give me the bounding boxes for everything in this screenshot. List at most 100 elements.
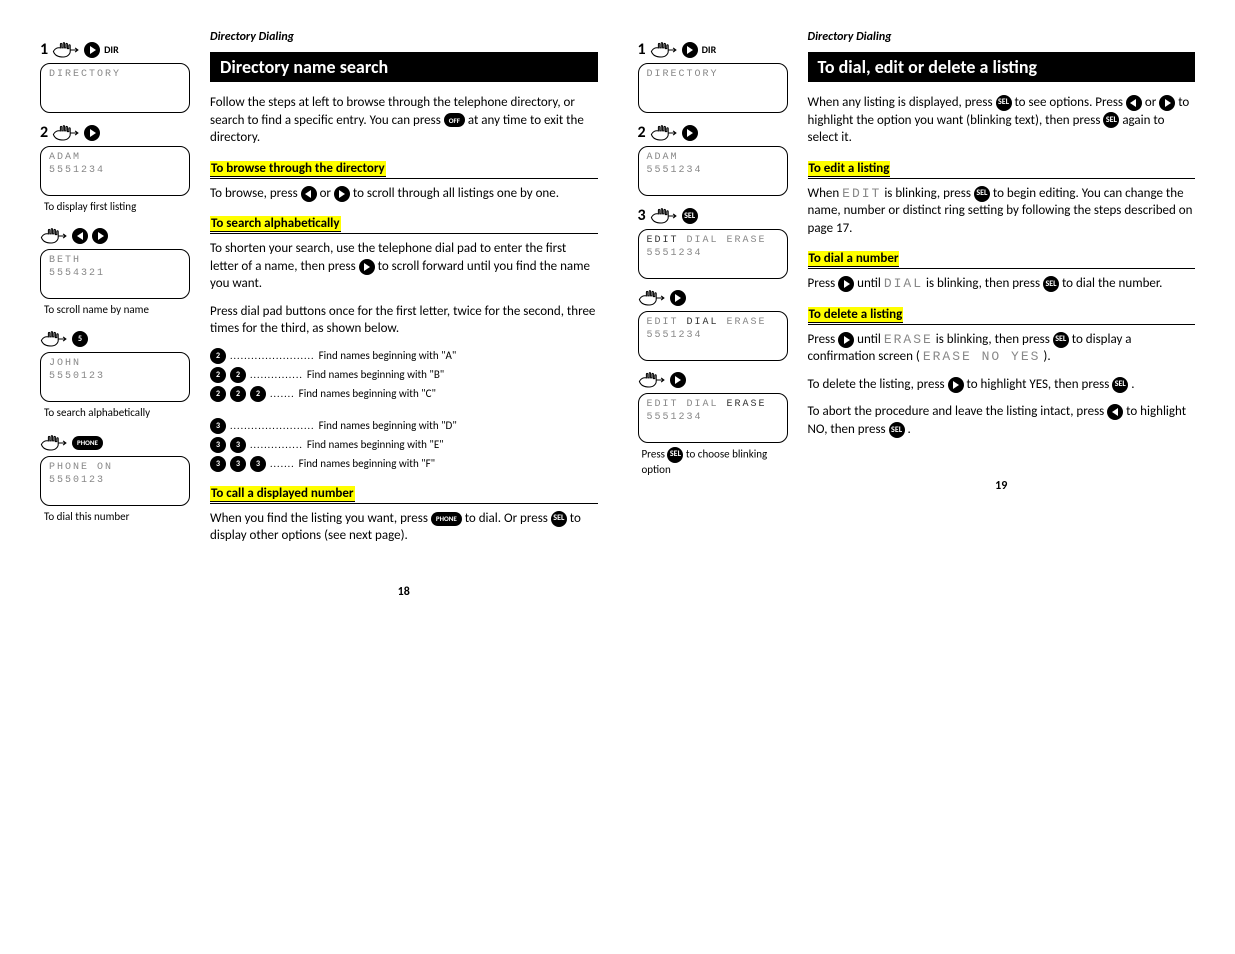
sel-button-icon: SEL	[1053, 332, 1069, 348]
left-sidebar: 1 DIR DIRECTORY 2 ADAM 5551234 To displa…	[40, 30, 190, 599]
lcd-screen: PHONE ON 5550123	[40, 456, 190, 506]
call-paragraph: When you find the listing you want, pres…	[210, 510, 598, 545]
delete-paragraph-3: To abort the procedure and leave the lis…	[808, 403, 1196, 438]
key-2-icon: 2	[250, 386, 266, 402]
sel-button-icon: SEL	[996, 95, 1012, 111]
key-3-icon: 3	[230, 456, 246, 472]
arrow-right-icon	[948, 377, 964, 393]
caption: To dial this number	[44, 510, 190, 523]
arrow-right-icon	[1159, 95, 1175, 111]
key-3-icon: 3	[250, 456, 266, 472]
caption: To display first listing	[44, 200, 190, 213]
lcd-screen: EDIT DIAL ERASE 5551234	[638, 311, 788, 361]
search-paragraph-2: Press dial pad buttons once for the firs…	[210, 303, 598, 338]
dial-example-row: 2 2 2 ....... Find names beginning with …	[210, 386, 598, 402]
lcd-screen: JOHN 5550123	[40, 352, 190, 402]
sel-button-icon: SEL	[682, 208, 698, 224]
sel-button-icon: SEL	[667, 447, 683, 463]
step-dial-header: PHONE	[40, 434, 190, 452]
intro-paragraph: When any listing is displayed, press SEL…	[808, 94, 1196, 147]
arrow-right-icon	[359, 259, 375, 275]
hand-icon	[40, 330, 68, 348]
arrow-right-icon	[838, 332, 854, 348]
intro-paragraph: Follow the steps at left to browse throu…	[210, 94, 598, 147]
step-arrow-header	[638, 289, 788, 307]
lcd-text: DIAL	[884, 276, 923, 291]
page-19: 1 DIR DIRECTORY 2 ADAM 5551234 3 SEL	[638, 30, 1196, 599]
lcd-screen: DIRECTORY	[40, 63, 190, 113]
step-arrow-header	[638, 371, 788, 389]
arrow-right-icon	[682, 42, 698, 58]
sel-button-icon: SEL	[974, 186, 990, 202]
hand-icon	[638, 371, 666, 389]
key-2-icon: 2	[210, 348, 226, 364]
lcd-text: EDIT	[842, 186, 881, 201]
subheading-call: To call a displayed number	[210, 486, 355, 502]
browse-paragraph: To browse, press or to scroll through al…	[210, 185, 598, 203]
sel-button-icon: SEL	[1112, 377, 1128, 393]
left-main: Directory Dialing Directory name search …	[210, 30, 598, 599]
lcd-screen: EDIT DIAL ERASE 5551234	[638, 393, 788, 443]
hand-icon	[650, 41, 678, 59]
step-2-header: 2	[40, 123, 190, 142]
arrow-left-icon	[1107, 404, 1123, 420]
section-header: Directory Dialing	[808, 30, 1196, 44]
subheading-delete: To delete a listing	[808, 307, 904, 323]
search-paragraph-1: To shorten your search, use the telephon…	[210, 240, 598, 293]
arrow-right-icon	[334, 186, 350, 202]
step-1-header: 1 DIR	[40, 40, 190, 59]
lcd-screen: ADAM 5551234	[40, 146, 190, 196]
hand-icon	[40, 227, 68, 245]
subheading-edit: To edit a listing	[808, 161, 891, 177]
arrow-right-icon	[92, 228, 108, 244]
delete-paragraph-1: Press until ERASE is blinking, then pres…	[808, 331, 1196, 366]
sel-button-icon: SEL	[1103, 112, 1119, 128]
hand-icon	[40, 434, 68, 452]
sel-button-icon: SEL	[551, 511, 567, 527]
arrow-right-icon	[670, 372, 686, 388]
key-3-icon: 3	[230, 437, 246, 453]
off-button-icon: OFF	[444, 113, 465, 127]
page-18: 1 DIR DIRECTORY 2 ADAM 5551234 To displa…	[40, 30, 598, 599]
phone-button-icon: PHONE	[431, 512, 462, 526]
dial-paragraph: Press until DIAL is blinking, then press…	[808, 275, 1196, 293]
arrow-left-icon	[301, 186, 317, 202]
delete-paragraph-2: To delete the listing, press to highligh…	[808, 376, 1196, 394]
lcd-screen: BETH 5554321	[40, 249, 190, 299]
dial-example-row: 3 3 ............... Find names beginning…	[210, 437, 598, 453]
key-2-icon: 2	[230, 367, 246, 383]
hand-icon	[52, 124, 80, 142]
step-1-header: 1 DIR	[638, 40, 788, 59]
page-number: 18	[210, 585, 598, 599]
right-sidebar: 1 DIR DIRECTORY 2 ADAM 5551234 3 SEL	[638, 30, 788, 599]
right-main: Directory Dialing To dial, edit or delet…	[808, 30, 1196, 599]
sel-button-icon: SEL	[1043, 276, 1059, 292]
step-scroll-header	[40, 227, 190, 245]
step-3-header: 3 SEL	[638, 206, 788, 225]
hand-icon	[638, 289, 666, 307]
hand-icon	[52, 41, 80, 59]
step-2-header: 2	[638, 123, 788, 142]
lcd-screen: DIRECTORY	[638, 63, 788, 113]
key-2-icon: 2	[230, 386, 246, 402]
caption: To scroll name by name	[44, 303, 190, 316]
lcd-text: ERASE	[884, 332, 933, 347]
key-2-icon: 2	[210, 386, 226, 402]
caption: To search alphabetically	[44, 406, 190, 419]
arrow-right-icon	[838, 276, 854, 292]
lcd-screen: EDIT DIAL ERASE 5551234	[638, 229, 788, 279]
arrow-left-icon	[1126, 95, 1142, 111]
arrow-right-icon	[670, 290, 686, 306]
key-3-icon: 3	[210, 418, 226, 434]
arrow-right-icon	[84, 42, 100, 58]
page-title: Directory name search	[210, 52, 598, 82]
dir-label: DIR	[702, 43, 717, 56]
hand-icon	[650, 124, 678, 142]
edit-paragraph: When EDIT is blinking, press SEL to begi…	[808, 185, 1196, 238]
key-2-icon: 2	[210, 367, 226, 383]
subheading-search: To search alphabetically	[210, 216, 341, 232]
key-5-icon: 5	[72, 331, 88, 347]
dial-example-row: 2 2 ............... Find names beginning…	[210, 367, 598, 383]
arrow-right-icon	[682, 125, 698, 141]
step-alpha-header: 5	[40, 330, 190, 348]
